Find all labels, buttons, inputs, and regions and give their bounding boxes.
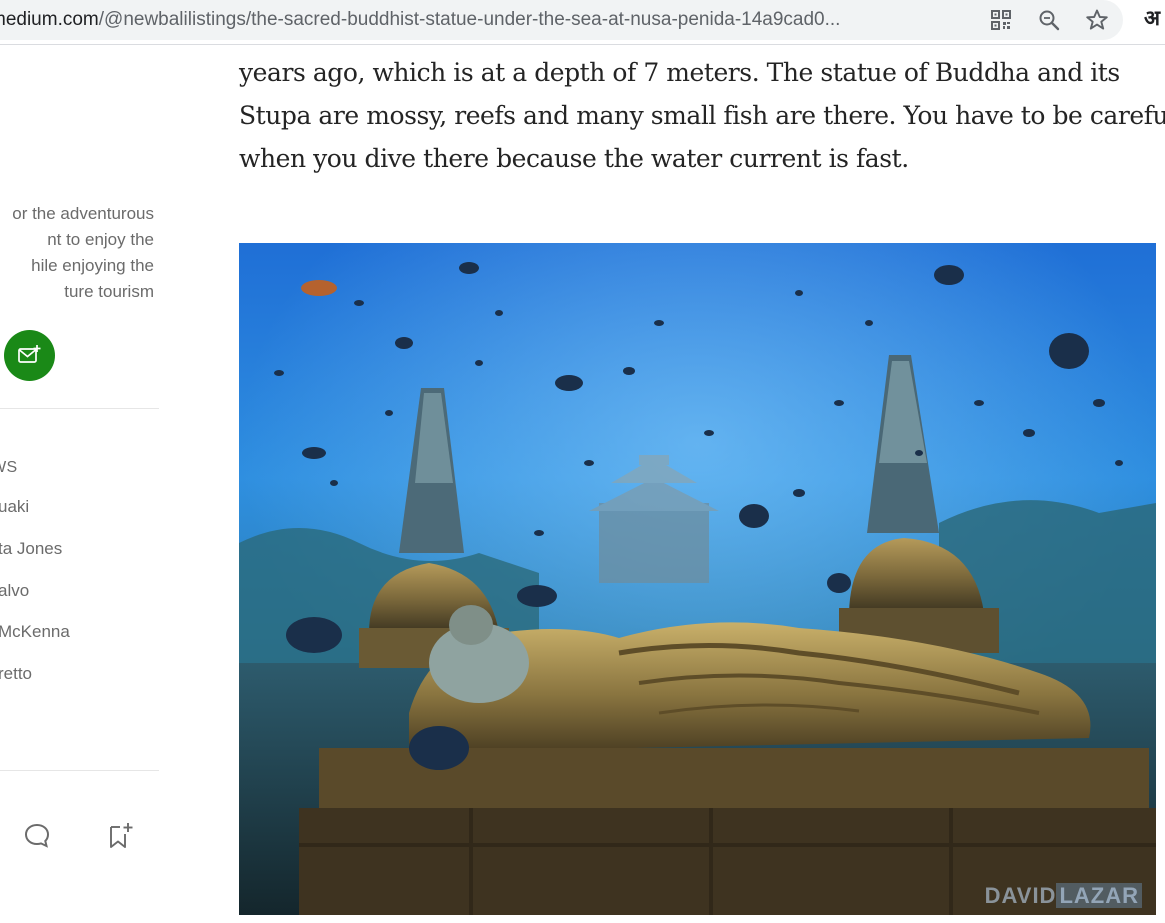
author-bio: or the adventurous nt to enjoy the hile …: [0, 201, 154, 305]
url-host: medium.com: [0, 9, 99, 30]
comment-icon[interactable]: [22, 821, 52, 851]
url-text[interactable]: medium.com/@newbalilistings/the-sacred-b…: [0, 8, 950, 32]
watermark-part: DAVID: [984, 883, 1057, 908]
author-sidebar: or the adventurous nt to enjoy the hile …: [0, 45, 160, 923]
paragraph-line: years ago, which is at a depth of 7 mete…: [239, 58, 1120, 87]
address-bar[interactable]: medium.com/@newbalilistings/the-sacred-b…: [0, 0, 1123, 40]
qr-code-icon[interactable]: [989, 8, 1013, 32]
paragraph-line: when you dive there because the water cu…: [239, 144, 909, 173]
subscribe-button[interactable]: [4, 330, 55, 381]
photo-watermark: DAVID LAZAR: [985, 883, 1142, 909]
article-image-underwater-buddha: DAVID LAZAR: [239, 243, 1156, 915]
sidebar-divider: [0, 770, 159, 771]
sidebar-divider: [0, 408, 159, 409]
underwater-statue-illustration: [239, 243, 1156, 915]
bio-line: hile enjoying the: [31, 256, 154, 275]
browser-toolbar: medium.com/@newbalilistings/the-sacred-b…: [0, 0, 1165, 44]
watermark-part: LAZAR: [1056, 883, 1142, 908]
follow-item[interactable]: retto: [0, 664, 32, 684]
url-path: /@newbalilistings/the-sacred-buddhist-st…: [98, 9, 841, 30]
bookmark-add-icon[interactable]: [106, 821, 136, 851]
mail-plus-icon: [18, 345, 41, 363]
translate-language-button[interactable]: अ: [1144, 4, 1160, 32]
paragraph-line: Stupa are mossy, reefs and many small fi…: [239, 101, 1165, 130]
follow-item[interactable]: uaki: [0, 497, 29, 517]
follow-item[interactable]: ta Jones: [0, 539, 62, 559]
follow-item[interactable]: McKenna: [0, 622, 70, 642]
follow-item[interactable]: alvo: [0, 581, 29, 601]
bio-line: or the adventurous: [12, 204, 154, 223]
toolbar-divider: [0, 44, 1165, 45]
zoom-icon[interactable]: [1037, 8, 1061, 32]
bio-line: ture tourism: [64, 282, 154, 301]
article-paragraph: years ago, which is at a depth of 7 mete…: [239, 51, 1165, 180]
bio-line: nt to enjoy the: [47, 230, 154, 249]
star-bookmark-icon[interactable]: [1085, 8, 1109, 32]
following-heading: LLOWS: [0, 459, 18, 476]
